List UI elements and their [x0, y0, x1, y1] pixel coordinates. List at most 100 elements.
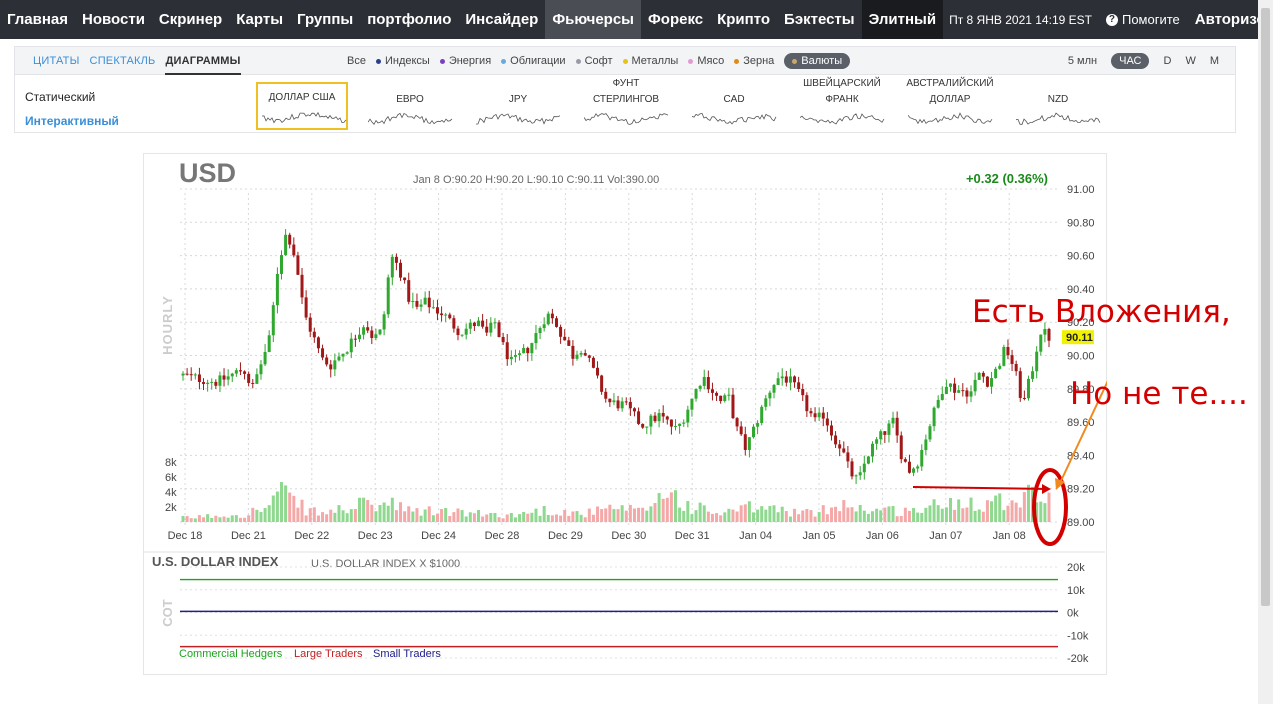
volume-bar	[370, 504, 374, 522]
candle-body	[382, 314, 386, 330]
thumbnail-chf[interactable]: ШВЕЙЦАРСКИЙ ФРАНК	[796, 78, 888, 130]
category-all[interactable]: Все	[347, 55, 366, 67]
volume-bar	[526, 513, 530, 522]
nav-insider[interactable]: Инсайдер	[458, 0, 545, 39]
category-meats[interactable]: Мясо	[688, 55, 724, 67]
nav-futures[interactable]: Фьючерсы	[545, 0, 641, 39]
candle-body	[518, 353, 522, 355]
nav-forex[interactable]: Форекс	[641, 0, 710, 39]
thumbnail-nzd[interactable]: NZD	[1012, 82, 1104, 130]
help-label: Помогите	[1121, 12, 1180, 27]
sparkline-path	[1016, 112, 1101, 125]
candle-body	[645, 426, 649, 428]
price-chart[interactable]: Dec 18 Dec 21 Dec 22 Dec 23 Dec 24 Dec 28 Dec …	[143, 153, 1107, 675]
thumbnail-usd[interactable]: ДОЛЛАР США	[256, 82, 348, 130]
nav-portfolio[interactable]: портфолио	[360, 0, 458, 39]
category-energy[interactable]: Энергия	[439, 55, 492, 67]
nav-backtests[interactable]: Бэктесты	[777, 0, 862, 39]
thumbnail-eur[interactable]: ЕВРО	[364, 82, 456, 130]
candle-body	[444, 314, 448, 316]
candle-body	[928, 426, 932, 440]
chart-mode-links: Статический Интерактивный	[25, 85, 119, 133]
candle-body	[756, 423, 760, 427]
x-axis-tick-label: Dec 23	[358, 530, 393, 542]
candle-body	[739, 426, 743, 435]
volume-bar	[850, 507, 854, 522]
nav-crypto[interactable]: Крипто	[710, 0, 777, 39]
volume-bar	[751, 512, 755, 522]
candle-body	[813, 413, 817, 418]
volume-bar	[197, 515, 201, 522]
y-axis-tick-label: 90.80	[1067, 217, 1095, 229]
volume-bar	[448, 515, 452, 522]
candle-body	[895, 417, 899, 436]
volume-bar	[403, 511, 407, 522]
candle-body	[251, 382, 255, 384]
volume-bar	[321, 512, 325, 522]
timeframe-month[interactable]: M	[1210, 55, 1219, 67]
thumbnail-jpy[interactable]: JPY	[472, 82, 564, 130]
candle-body	[862, 463, 866, 473]
volume-bar	[694, 510, 698, 522]
nav-screener[interactable]: Скринер	[152, 0, 229, 39]
volume-bar	[341, 510, 345, 522]
timeframe-5min[interactable]: 5 млн	[1068, 55, 1097, 67]
nav-groups[interactable]: Группы	[290, 0, 360, 39]
category-label: Энергия	[448, 55, 492, 67]
timeframe-day[interactable]: D	[1163, 55, 1171, 67]
volume-bar	[961, 508, 965, 522]
candle-body	[243, 371, 247, 374]
sparkline-path	[908, 112, 993, 125]
nav-maps[interactable]: Карты	[229, 0, 290, 39]
category-indices[interactable]: Индексы	[375, 55, 430, 67]
volume-bar	[427, 506, 431, 522]
timeframe-week[interactable]: W	[1185, 55, 1195, 67]
tab-performance[interactable]: СПЕКТАКЛЬ	[90, 47, 156, 75]
category-grains[interactable]: Зерна	[734, 55, 774, 67]
candle-body	[1018, 371, 1022, 398]
volume-bar	[435, 513, 439, 522]
sparkline	[584, 113, 669, 125]
category-bonds[interactable]: Облигации	[501, 55, 566, 67]
dot-icon	[501, 58, 507, 64]
last-price-label: 90.11	[1066, 332, 1093, 344]
volume-bar	[969, 497, 973, 522]
candle-body	[768, 392, 772, 399]
category-currencies[interactable]: Валюты	[784, 53, 851, 69]
timeframe-hour[interactable]: ЧАС	[1111, 53, 1150, 69]
x-axis-tick-label: Dec 31	[675, 530, 710, 542]
interactive-mode-link[interactable]: Интерактивный	[25, 109, 119, 133]
volume-bar	[1047, 492, 1051, 522]
volume-bar	[390, 497, 394, 522]
candle-body	[399, 262, 403, 278]
thumbnail-gbp[interactable]: ФУНТ СТЕРЛИНГОВ	[580, 78, 672, 130]
volume-bar	[419, 515, 423, 522]
nav-date: Пт 8 ЯНВ 2021 14:19 EST	[949, 12, 1092, 27]
static-mode-link[interactable]: Статический	[25, 85, 119, 109]
chart-selector-panel: ЦИТАТЫ СПЕКТАКЛЬ ДИАГРАММЫ Все Индексы Э…	[14, 46, 1236, 133]
volume-bar	[464, 516, 468, 522]
nav-news[interactable]: Новости	[75, 0, 152, 39]
candle-body	[234, 370, 238, 374]
candle-body	[292, 244, 296, 256]
candle-body	[1014, 363, 1018, 372]
chart-side-label: HOURLY	[160, 295, 175, 355]
nav-elite[interactable]: Элитный	[861, 0, 944, 39]
candle-body	[743, 434, 747, 450]
page-scrollbar-thumb[interactable]	[1261, 8, 1270, 606]
category-metals[interactable]: Металлы	[622, 55, 678, 67]
candle-body	[366, 327, 370, 331]
tab-quotes[interactable]: ЦИТАТЫ	[33, 47, 80, 75]
nav-home[interactable]: Главная	[0, 0, 75, 39]
candle-body	[1039, 334, 1043, 352]
help-link[interactable]: ? Помогите	[1098, 12, 1188, 27]
chart-symbol: USD	[179, 158, 236, 188]
candle-body	[1022, 397, 1026, 399]
candle-body	[805, 395, 809, 412]
volume-bar	[243, 517, 247, 522]
tab-charts[interactable]: ДИАГРАММЫ	[165, 47, 241, 75]
thumbnail-cad[interactable]: CAD	[688, 82, 780, 130]
candle-body	[230, 373, 234, 377]
category-softs[interactable]: Софт	[575, 55, 613, 67]
thumbnail-aud[interactable]: АВСТРАЛИЙСКИЙ ДОЛЛАР	[904, 78, 996, 130]
